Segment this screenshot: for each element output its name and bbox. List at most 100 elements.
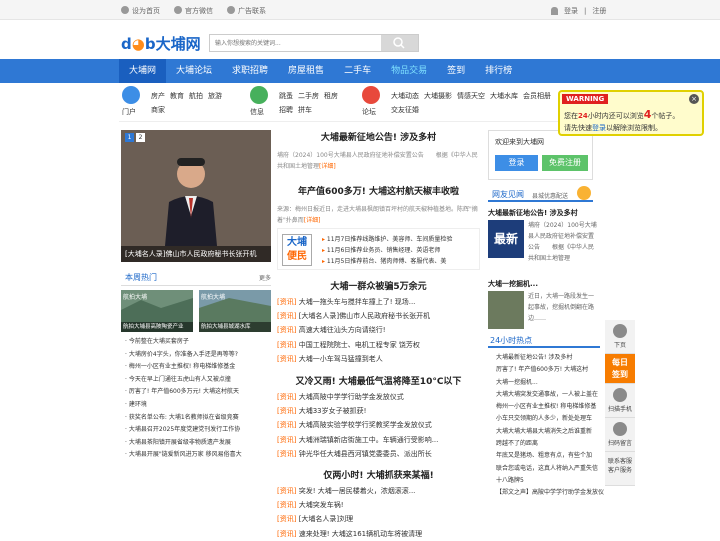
weekly-hot-more[interactable]: 更多 [259,273,271,282]
list-item[interactable]: 大埔大埔突发交通事故，一人被上盖在 [496,389,604,401]
list-item[interactable]: 大埔县召开2025年度党建党刊发行工作协 [125,424,271,437]
nav-jobs[interactable]: 求职招聘 [222,59,278,83]
subnav-link[interactable]: 拼车 [298,106,312,114]
list-item[interactable]: 年底又是猪场、粗意有点，有些个加 [496,450,604,462]
warning-login-link[interactable]: 登录 [592,124,606,132]
nav-checkin[interactable]: 签到 [437,59,475,83]
right-article-1[interactable]: 大埔最新征地公告! 涉及多村 最新 埔府（2024）100号大埔县人民政府征地补… [488,208,600,270]
register-link[interactable]: 注册 [592,6,606,16]
news-item[interactable]: [资讯] 大埔突发车祸! [277,498,480,512]
set-homepage-link[interactable]: 设为首页 [121,6,160,16]
list-item[interactable]: 大埔房价4字头，你准备入手还是再等等? [125,349,271,362]
hot-pic-card[interactable]: 航拍大埔 航拍大埔县城湖水库 [199,290,271,332]
article-title[interactable]: 年产值600多万! 大埔这村航天椒丰收啦 [277,184,480,197]
carousel-page[interactable]: 2 [136,133,145,142]
list-item[interactable]: 厉害了! 年产值600多万! 大埔这村 [496,364,604,376]
close-icon[interactable]: × [689,94,699,104]
list-item[interactable]: 小车只交领期的人多少，新处处理车 [496,413,604,425]
nav-forum[interactable]: 大埔论坛 [166,59,222,83]
list-item[interactable]: 梅州一小区有业主推权! 称电梯维修基 [496,401,604,413]
news-item[interactable]: [资讯] 大埔高陂实验学校学行奖教奖学金发放仪式 [277,418,480,432]
nav-used-cars[interactable]: 二手车 [334,59,381,83]
subnav-portal-label[interactable]: 门户 [122,107,136,117]
list-item[interactable]: 今前整在大埔买套房子 [125,336,271,349]
subnav-link[interactable]: 二手房 [298,92,319,100]
news-item[interactable]: [资讯] [大埔名人录]佛山市人民政府秘书长张开机 [277,309,480,323]
subnav-link[interactable]: 商家 [151,106,165,114]
subnav-link[interactable]: 会员相册 [523,92,551,100]
list-item[interactable]: 联合您或电话，这真人将纳入严重失信 [496,463,604,475]
subnav-link[interactable]: 情感天空 [457,92,485,100]
register-button[interactable]: 免费注册 [542,155,588,171]
subnav-link[interactable]: 教育 [170,92,184,100]
list-item[interactable]: 建环境 [125,399,271,412]
app-scan-button[interactable]: 扫描手机 [605,384,635,418]
list-item[interactable]: 大埔县茶阳镇开展省级非物质遗产发展 [125,437,271,450]
list-item[interactable]: 【郑文之声】高陂中学学行助学金发放仪式 [496,487,604,499]
subnav-link[interactable]: 租房 [324,92,338,100]
customer-service-button[interactable]: 联系客服 客户服务 [605,452,635,486]
chat-button[interactable]: 扫码留言 [605,418,635,452]
search-button[interactable] [381,35,418,51]
list-item[interactable]: 大埔县开展"链爱新风进万家 移风易俗喜大 [125,449,271,462]
subnav-link[interactable]: 跳蚤 [279,92,293,100]
list-item[interactable]: 跨越不了的距离 [496,438,604,450]
nav-marketplace[interactable]: 物品交易 [381,59,437,83]
convenience-row[interactable]: 11月6日推荐业务员、销售经理、英语老师 [322,245,452,256]
subnav-link[interactable]: 大埔摄影 [424,92,452,100]
subnav-link[interactable]: 房产 [151,92,165,100]
news-item[interactable]: [资讯] 大埔一拖头车与搅拌车撞上了! 现场... [277,295,480,309]
news-item[interactable]: [资讯] 大埔一小车驾马猛撞到老人 [277,352,480,366]
news-item[interactable]: [资讯] 突发! 大埔一居民楼着火，浓烟滚滚... [277,484,480,498]
subnav-link[interactable]: 招聘 [279,106,293,114]
search-input[interactable] [210,35,380,51]
carousel-page[interactable]: 1 [125,133,134,142]
news-item[interactable]: [资讯] 中国工程院院士、电机工程专家 饶芳权 [277,338,480,352]
list-item[interactable]: 厉害了! 年产值600多万元! 大埔这村航天 [125,386,271,399]
news-item[interactable]: [资讯] 大埔洲瑞镇新店街施工中。车辆通行受影响... [277,433,480,447]
news-item[interactable]: [资讯] 钟光华任大埔县西河镇党委委员、派出所长 [277,447,480,461]
login-link[interactable]: 登录 [564,6,578,16]
convenience-row[interactable]: 11月7日推荐线路维护、美容师、车间质量检验 [322,234,452,245]
list-item[interactable]: 梅州一小区有业主推权! 称电梯维修基金 [125,361,271,374]
subnav-info-label[interactable]: 信息 [250,107,264,117]
right-article-2[interactable]: 大埔一挖掘机... 近日，大埔一路段发生一起事故，挖掘机倒翻在路边…… [488,279,600,331]
news-item[interactable]: [资讯] 速来处理! 大埔这161辆机动车将被清理 [277,527,480,541]
tab-netizen[interactable]: 网友见闻 [492,189,524,200]
list-item[interactable]: 大埔一挖掘机... [496,377,604,389]
wechat-link[interactable]: 官方微信 [174,6,213,16]
list-item[interactable]: 今天在早上门通往五虎山有人又被点撞 [125,374,271,387]
site-logo[interactable]: d◕b大埔网 [121,33,201,54]
login-button[interactable]: 登录 [495,155,538,171]
headline-carousel[interactable]: 1 2 [大埔名人录]佛山市人民政府秘书长张开机 [121,130,271,262]
subnav-link[interactable]: 交友征婚 [391,106,419,114]
news-item[interactable]: [资讯] 大埔33岁女子被抓获! [277,404,480,418]
list-item[interactable]: 十八路牌5 [496,475,604,487]
news-item[interactable]: [资讯] [大埔名人录]刘理 [277,512,480,526]
subnav-link[interactable]: 大埔水库 [490,92,518,100]
tab-deals[interactable]: 县城优惠配送 [532,191,568,200]
subnav-link[interactable]: 大埔动态 [391,92,419,100]
news-item[interactable]: [资讯] 大埔高陂中学学行助学金发放仪式 [277,390,480,404]
ad-contact-link[interactable]: 广告联系 [227,6,266,16]
section-title[interactable]: 又冷又雨! 大埔最低气温将降至10°C以下 [277,374,480,387]
article-title[interactable]: 大埔最新征地公告! 涉及多村 [277,130,480,143]
next-page-button[interactable]: 下页 [605,320,635,354]
nav-home[interactable]: 大埔网 [119,59,167,83]
subnav-link[interactable]: 旅游 [208,92,222,100]
section-title[interactable]: 大埔一群众被骗5万余元 [277,279,480,292]
carousel-caption[interactable]: [大埔名人录]佛山市人民政府秘书长张开机 [121,246,271,262]
subnav-link[interactable]: 航拍 [189,92,203,100]
nav-ranking[interactable]: 排行榜 [475,59,522,83]
subnav-forum-label[interactable]: 论坛 [362,107,376,117]
nav-housing[interactable]: 房屋租售 [278,59,334,83]
article-more-link[interactable]: [详细] [304,217,321,224]
article-more-link[interactable]: [详细] [319,163,336,170]
news-item[interactable]: [资讯] 高速大埔往汕头方向请绕行! [277,323,480,337]
list-item[interactable]: 大埔大埔大埔县大埔消失之后谁重新 [496,426,604,438]
list-item[interactable]: 获奖名单公布: 大埔1名教师拟在省级竞赛 [125,412,271,425]
hot-pic-card[interactable]: 航拍大埔 航拍大埔县高陂陶瓷产业 [121,290,193,332]
daily-checkin-button[interactable]: 每日 签到 [605,354,635,384]
convenience-row[interactable]: 11月5日推荐前台、猪肉师傅、客服代表、美 [322,256,452,267]
section-title[interactable]: 仅两小时! 大埔抓获来某福! [277,468,480,481]
